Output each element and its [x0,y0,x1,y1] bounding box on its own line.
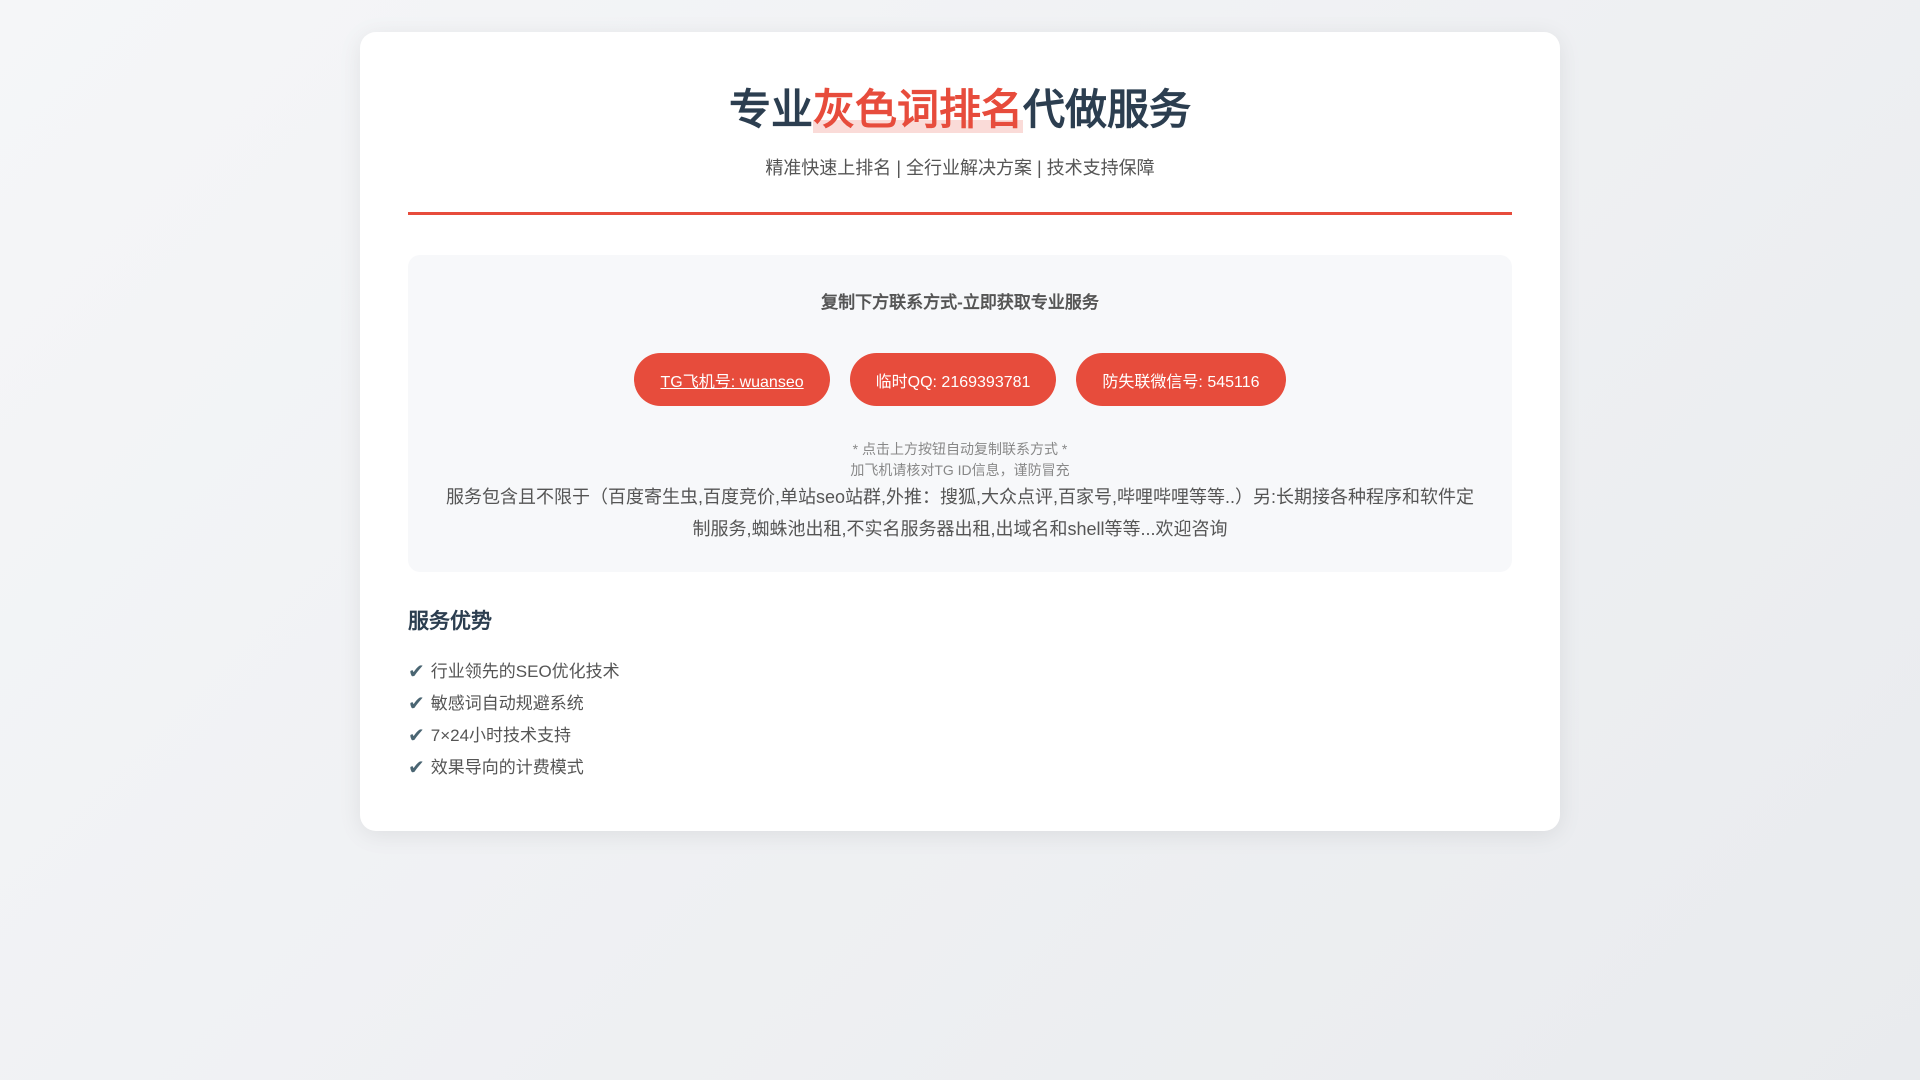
list-item-label: 行业领先的SEO优化技术 [430,662,620,681]
tg-warning: 加飞机请核对TG ID信息，谨防冒充 [850,462,1070,478]
check-icon: ✔ [408,725,425,747]
service-description: 服务包含且不限于（百度寄生虫,百度竞价,单站seo站群,外推：搜狐,大众点评,百… [445,487,1475,539]
advantages-list: ✔ 行业领先的SEO优化技术 ✔ 敏感词自动规避系统 ✔ 7×24小时技术支持 ✔ 效果… [408,656,1512,784]
check-icon: ✔ [408,693,425,715]
list-item: ✔ 敏感词自动规避系统 [408,688,1512,720]
divider [408,212,1512,215]
list-item-label: 效果导向的计费模式 [430,758,584,777]
list-item: ✔ 行业领先的SEO优化技术 [408,656,1512,688]
contact-box: 复制下方联系方式-立即获取专业服务 TG飞机号: wuanseo 临时QQ: 2… [408,255,1512,572]
check-icon: ✔ [408,757,425,779]
copy-tg-button[interactable]: TG飞机号: wuanseo [634,353,830,406]
check-icon: ✔ [408,661,425,683]
title-prefix: 专业 [728,86,813,133]
contact-heading: 复制下方联系方式-立即获取专业服务 [821,293,1099,312]
subtitle: 精准快速上排名 | 全行业解决方案 | 技术支持保障 [765,158,1155,178]
main-card: 专业灰色词排名代做服务 精准快速上排名 | 全行业解决方案 | 技术支持保障 复… [360,32,1560,831]
contact-buttons: TG飞机号: wuanseo 临时QQ: 2169393781 防失联微信号: … [408,353,1512,406]
list-item-label: 7×24小时技术支持 [430,726,572,745]
copy-qq-button[interactable]: 临时QQ: 2169393781 [849,353,1057,406]
list-item-label: 敏感词自动规避系统 [430,694,584,713]
copy-wechat-button[interactable]: 防失联微信号: 545116 [1076,353,1286,406]
advantages-title: 服务优势 [408,610,492,633]
title-highlight: 灰色词排名 [812,86,1023,133]
page-title: 专业灰色词排名代做服务 [408,84,1512,136]
title-suffix: 代做服务 [1023,86,1192,133]
copy-hint: * 点击上方按钮自动复制联系方式 * [852,441,1068,457]
list-item: ✔ 7×24小时技术支持 [408,720,1512,752]
list-item: ✔ 效果导向的计费模式 [408,752,1512,784]
